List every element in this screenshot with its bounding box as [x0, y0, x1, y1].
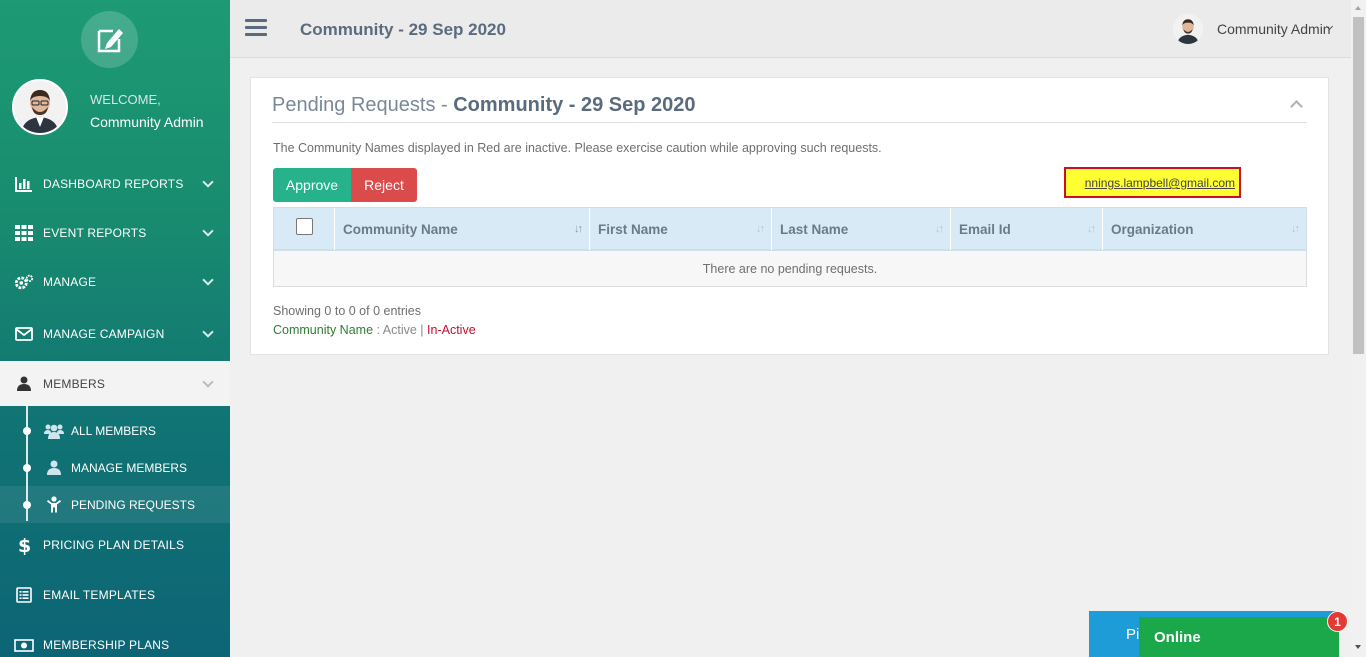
- sidebar-item-members[interactable]: MEMBERS: [0, 361, 230, 406]
- sidebar-item-dashboard-reports[interactable]: DASHBOARD REPORTS: [0, 164, 230, 204]
- sidebar-subitem-manage-members[interactable]: MANAGE MEMBERS: [0, 449, 230, 486]
- panel-title-prefix: Pending Requests -: [272, 94, 454, 116]
- status-legend: Community Name : Active | In-Active: [273, 323, 476, 337]
- column-header-last-name[interactable]: Last Name ↓↑: [771, 208, 950, 250]
- entries-info: Showing 0 to 0 of 0 entries: [273, 304, 422, 318]
- sidebar-item-label: EMAIL TEMPLATES: [43, 588, 156, 602]
- column-label: Email Id: [959, 221, 1011, 237]
- legend-active: Active: [382, 323, 417, 337]
- sidebar-item-label: MANAGE MEMBERS: [71, 460, 188, 475]
- notification-badge: 1: [1327, 611, 1348, 632]
- column-label: Organization: [1111, 221, 1194, 237]
- welcome-user-name: Community Admin: [90, 114, 204, 130]
- sort-icon: ↓↑: [756, 223, 765, 235]
- bullet-dot: [23, 500, 31, 509]
- panel-title-community: Community - 29 Sep 2020: [453, 94, 696, 116]
- select-all-cell: [274, 208, 334, 250]
- app-logo[interactable]: [81, 11, 138, 68]
- reject-button[interactable]: Reject: [351, 168, 417, 202]
- promo-label: Pi: [1126, 626, 1140, 643]
- welcome-text: WELCOME,: [90, 92, 161, 107]
- money-icon: [14, 635, 34, 655]
- column-label: First Name: [598, 221, 668, 237]
- hamburger-menu-icon[interactable]: [245, 19, 267, 37]
- chevron-down-icon: [202, 326, 214, 338]
- legend-separator: :: [373, 323, 383, 337]
- legend-separator: |: [416, 323, 428, 337]
- top-navbar: Community - 29 Sep 2020 Community Admin: [230, 0, 1351, 58]
- edit-document-icon: [97, 28, 123, 52]
- sidebar-item-manage[interactable]: MANAGE: [0, 262, 230, 302]
- sidebar-item-label: MANAGE: [43, 275, 97, 289]
- sidebar-item-label: MEMBERSHIP PLANS: [43, 638, 170, 652]
- users-icon: [44, 421, 64, 441]
- online-label: Online: [1154, 629, 1201, 646]
- sidebar-item-event-reports[interactable]: EVENT REPORTS: [0, 213, 230, 253]
- child-icon: [44, 495, 64, 515]
- dollar-icon: $: [14, 535, 34, 555]
- sidebar-item-label: PENDING REQUESTS: [71, 497, 196, 512]
- column-header-email-id[interactable]: Email Id ↓↑: [950, 208, 1102, 250]
- scroll-down-arrow-icon[interactable]: [1355, 645, 1361, 649]
- grid-icon: [14, 223, 34, 243]
- envelope-icon: [14, 324, 34, 344]
- pending-requests-panel: Pending Requests - Community - 29 Sep 20…: [250, 77, 1329, 355]
- table-empty-row: There are no pending requests.: [273, 251, 1307, 287]
- user-menu[interactable]: Community Admin: [1217, 21, 1331, 37]
- bar-chart-icon: [14, 174, 34, 194]
- chevron-down-icon: [202, 176, 214, 188]
- sidebar-subitem-all-members[interactable]: ALL MEMBERS: [0, 412, 230, 449]
- sidebar-item-label: EVENT REPORTS: [43, 226, 147, 240]
- table-header: Community Name ↓↑ First Name ↓↑ Last Nam…: [273, 207, 1307, 251]
- divider: [272, 122, 1307, 123]
- bullet-dot: [23, 463, 31, 472]
- chevron-down-icon: [202, 376, 214, 388]
- approve-button[interactable]: Approve: [273, 168, 351, 202]
- sidebar-item-membership-plans[interactable]: MEMBERSHIP PLANS: [0, 625, 230, 657]
- column-header-first-name[interactable]: First Name ↓↑: [589, 208, 771, 250]
- sidebar: WELCOME, Community Admin DASHBOARD REPOR…: [0, 0, 230, 657]
- avatar[interactable]: [1173, 14, 1203, 44]
- online-chat-widget[interactable]: Online: [1139, 617, 1339, 657]
- scroll-up-arrow-icon[interactable]: [1355, 6, 1361, 10]
- legend-community-name: Community Name: [273, 323, 374, 337]
- vertical-scrollbar[interactable]: [1351, 0, 1366, 657]
- scrollbar-thumb[interactable]: [1353, 17, 1364, 354]
- sidebar-item-label: ALL MEMBERS: [71, 423, 156, 438]
- panel-title: Pending Requests - Community - 29 Sep 20…: [272, 94, 696, 117]
- bullet-dot: [23, 426, 31, 435]
- sidebar-item-manage-campaign[interactable]: MANAGE CAMPAIGN: [0, 314, 230, 354]
- email-overlay-field[interactable]: nnings.lampbell@gmail.com: [1064, 167, 1241, 198]
- email-overlay-text: nnings.lampbell@gmail.com: [1084, 176, 1235, 190]
- column-label: Last Name: [780, 221, 849, 237]
- sidebar-item-label: PRICING PLAN DETAILS: [43, 538, 185, 552]
- list-alt-icon: [14, 585, 34, 605]
- pending-requests-table: Community Name ↓↑ First Name ↓↑ Last Nam…: [273, 207, 1307, 287]
- user-icon: [14, 374, 34, 394]
- sort-asc-icon: ↓↑: [574, 223, 583, 235]
- chevron-up-icon[interactable]: [1290, 100, 1303, 113]
- user-icon: [44, 458, 64, 478]
- sidebar-item-label: MANAGE CAMPAIGN: [43, 327, 165, 341]
- chevron-down-icon: [202, 274, 214, 286]
- column-header-community-name[interactable]: Community Name ↓↑: [334, 208, 589, 250]
- sort-icon: ↓↑: [1087, 223, 1096, 235]
- sidebar-subitem-pending-requests[interactable]: PENDING REQUESTS: [0, 486, 230, 523]
- select-all-checkbox[interactable]: [296, 218, 313, 235]
- sort-icon: ↓↑: [935, 223, 944, 235]
- avatar: [12, 79, 68, 135]
- sidebar-item-label: MEMBERS: [43, 376, 106, 391]
- column-label: Community Name: [343, 221, 458, 237]
- sidebar-item-pricing-plan-details[interactable]: $ PRICING PLAN DETAILS: [0, 525, 230, 565]
- sort-icon: ↓↑: [1291, 223, 1300, 235]
- sidebar-item-label: DASHBOARD REPORTS: [43, 177, 184, 191]
- svg-text:$: $: [18, 535, 30, 555]
- legend-inactive: In-Active: [427, 323, 476, 337]
- inactive-notice: The Community Names displayed in Red are…: [273, 141, 882, 155]
- gears-icon: [14, 272, 34, 292]
- page-title: Community - 29 Sep 2020: [300, 20, 506, 39]
- column-header-organization[interactable]: Organization ↓↑: [1102, 208, 1306, 250]
- chevron-down-icon: [202, 225, 214, 237]
- sidebar-item-email-templates[interactable]: EMAIL TEMPLATES: [0, 575, 230, 615]
